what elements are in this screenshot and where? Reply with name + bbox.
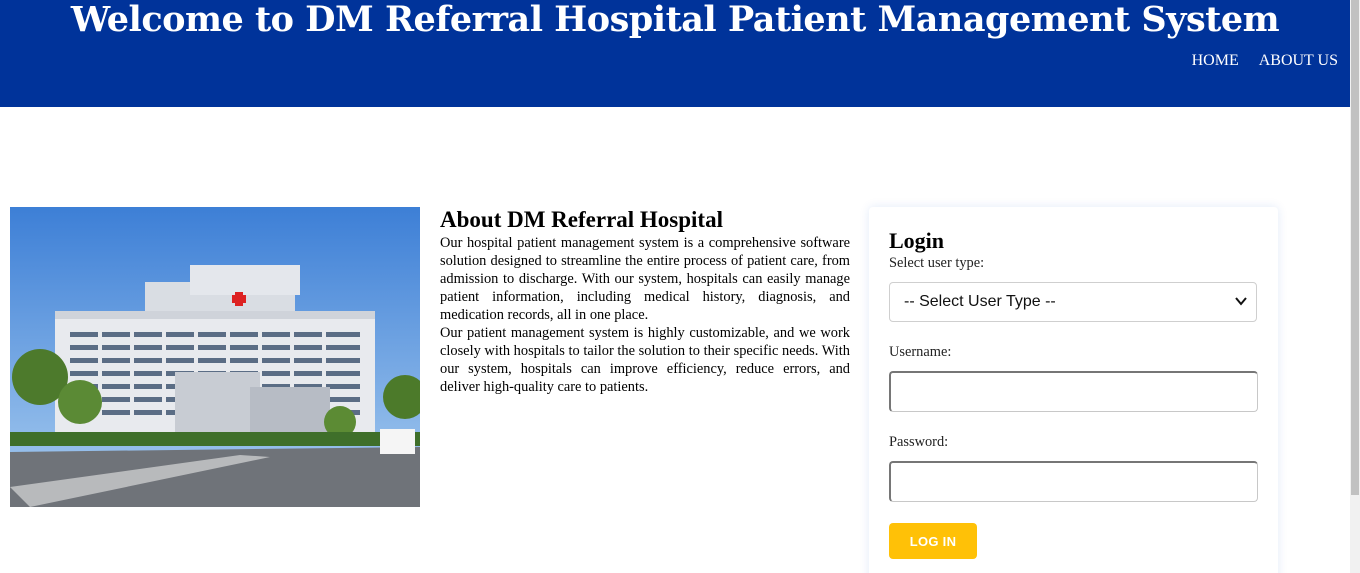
about-paragraph-2: Our patient management system is highly … [440, 325, 850, 395]
chevron-down-icon [1235, 297, 1247, 306]
username-input[interactable] [889, 371, 1258, 412]
user-type-label: Select user type: [889, 255, 985, 271]
login-card: Login Select user type: -- Select User T… [869, 207, 1278, 573]
login-button[interactable]: LOG IN [889, 523, 977, 559]
about-paragraph-1: Our hospital patient management system i… [440, 235, 850, 323]
password-input[interactable] [889, 461, 1258, 502]
hospital-building-image [10, 207, 420, 507]
about-section: About DM Referral Hospital Our hospital … [440, 206, 850, 396]
user-type-select-value: -- Select User Type -- [904, 293, 1056, 310]
nav-about-us-link[interactable]: ABOUT US [1259, 52, 1338, 70]
username-label: Username: [889, 344, 952, 360]
site-header: Welcome to DM Referral Hospital Patient … [0, 0, 1350, 107]
scrollbar-thumb[interactable] [1351, 0, 1359, 495]
page-scrollbar[interactable] [1350, 0, 1360, 573]
password-label: Password: [889, 434, 949, 450]
top-nav: HOME ABOUT US [1192, 52, 1338, 70]
hospital-photo [10, 207, 420, 507]
site-title: Welcome to DM Referral Hospital Patient … [70, 0, 1280, 40]
login-title: Login [889, 228, 945, 253]
about-heading: About DM Referral Hospital [440, 207, 723, 232]
nav-home-link[interactable]: HOME [1192, 52, 1239, 70]
user-type-select[interactable]: -- Select User Type -- [889, 282, 1257, 322]
